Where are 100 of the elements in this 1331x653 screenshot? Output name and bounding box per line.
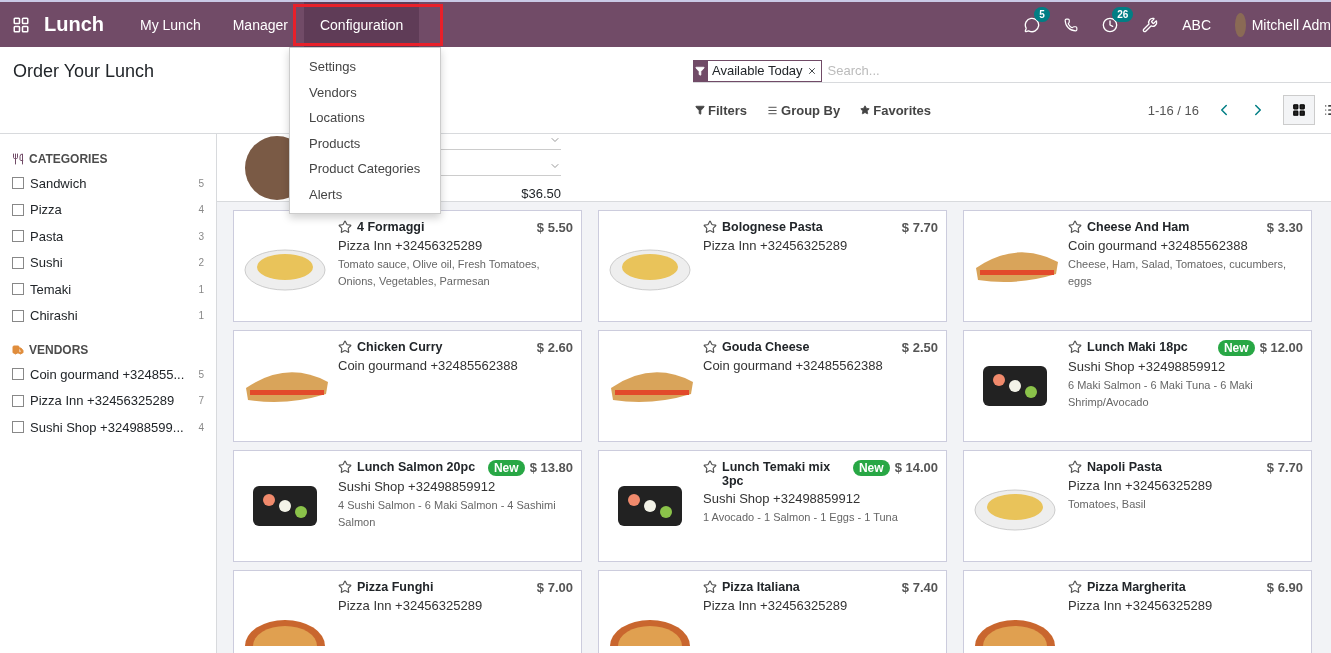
product-card[interactable]: Lunch Temaki mix 3pc New $ 14.00 Sushi Shop +32498859912 1 Avocado - 1 Salmon - 1 Eggs - 1 Tuna — [598, 450, 947, 562]
product-name: Chicken Curry — [357, 340, 444, 354]
favorite-star-icon[interactable] — [703, 580, 717, 594]
grid-icon — [1292, 103, 1306, 117]
nav-menu-item[interactable]: Manager — [216, 2, 304, 47]
message-count-badge: 5 — [1034, 6, 1050, 22]
product-price: $ 13.80 — [529, 460, 573, 475]
filter-label[interactable]: Coin gourmand +324855... — [30, 366, 185, 382]
checkbox[interactable] — [12, 177, 24, 190]
filter-label[interactable]: Temaki — [30, 281, 72, 297]
filter-icon — [695, 105, 705, 115]
product-price: $ 7.40 — [901, 580, 938, 595]
menu-item[interactable]: Alerts — [290, 181, 440, 207]
favorite-star-icon[interactable] — [338, 460, 352, 474]
vendor-name: Coin gourmand +32485562388 — [703, 358, 884, 373]
product-description: 1 Avocado - 1 Salmon - 1 Eggs - 1 Tuna — [703, 510, 899, 525]
checkbox[interactable] — [12, 256, 24, 269]
company-name[interactable]: ABC — [1182, 16, 1211, 33]
product-name: Pizza Funghi — [357, 580, 435, 594]
filters-button[interactable]: Filters — [693, 102, 749, 118]
item-count: 4 — [198, 421, 204, 433]
product-card[interactable]: Chicken Curry $ 2.60 Coin gourmand +32485562388 — [233, 330, 582, 442]
filter-label[interactable]: Sushi Shop +324988599... — [30, 419, 184, 435]
filter-label[interactable]: Pizza Inn +32456325289 — [30, 393, 175, 409]
product-card[interactable]: Pizza Italiana $ 7.40 Pizza Inn +32456325289 — [598, 570, 947, 653]
favorite-star-icon[interactable] — [1068, 460, 1082, 474]
vendor-name: Coin gourmand +32485562388 — [1068, 238, 1249, 253]
favorite-star-icon[interactable] — [703, 220, 717, 234]
item-count: 2 — [198, 257, 204, 269]
activity-count-badge: 26 — [1112, 6, 1134, 22]
filter-label[interactable]: Chirashi — [30, 308, 78, 324]
checkbox[interactable] — [12, 309, 24, 322]
product-description: 6 Maki Salmon - 6 Maki Tuna - 6 Maki Shrimp/Avocado — [1068, 378, 1254, 411]
checkbox[interactable] — [12, 230, 24, 243]
favorite-star-icon[interactable] — [338, 580, 352, 594]
checkbox[interactable] — [12, 394, 24, 407]
apps-menu-icon[interactable] — [12, 15, 30, 34]
product-price: $ 5.50 — [536, 220, 573, 235]
activity-icon[interactable] — [1102, 16, 1119, 33]
product-price: $ 14.00 — [894, 460, 938, 475]
item-count: 3 — [198, 230, 204, 242]
vendor-name: Pizza Inn +32456325289 — [703, 238, 849, 253]
product-card[interactable]: Pizza Funghi $ 7.00 Pizza Inn +32456325289 — [233, 570, 582, 653]
tools-icon[interactable] — [1142, 16, 1159, 33]
filter-label[interactable]: Pizza — [30, 202, 62, 218]
product-card[interactable]: Bolognese Pasta $ 7.70 Pizza Inn +32456325289 — [598, 210, 947, 322]
product-name: 4 Formaggi — [357, 220, 426, 234]
menu-item[interactable]: Product Categories — [290, 156, 440, 182]
product-price: $ 7.70 — [901, 220, 938, 235]
vendor-name: Sushi Shop +32498859912 — [703, 491, 862, 506]
page-title: Order Your Lunch — [13, 61, 155, 82]
product-name: Cheese And Ham — [1087, 220, 1191, 234]
section-title: CATEGORIES — [29, 152, 108, 166]
product-card[interactable]: Lunch Maki 18pc New $ 12.00 Sushi Shop +32498859912 6 Maki Salmon - 6 Maki Tuna - 6 Maki Shrimp/Avocado — [963, 330, 1312, 442]
truck-icon — [12, 344, 24, 356]
product-card[interactable]: Lunch Salmon 20pc New $ 13.80 Sushi Shop +32498859912 4 Sushi Salmon - 6 Maki Salmon - 4 Sashimi Salmon — [233, 450, 582, 562]
product-card[interactable]: Gouda Cheese $ 2.50 Coin gourmand +32485562388 — [598, 330, 947, 442]
filter-label[interactable]: Sushi — [30, 255, 63, 271]
favorite-star-icon[interactable] — [338, 220, 352, 234]
favorites-button[interactable]: Favorites — [858, 102, 934, 118]
user-name[interactable]: Mitchell Adm — [1251, 16, 1331, 33]
favorite-star-icon[interactable] — [1068, 220, 1082, 234]
product-description: Cheese, Ham, Salad, Tomatoes, cucumbers, eggs — [1068, 257, 1288, 290]
remove-icon[interactable] — [806, 65, 817, 76]
product-card[interactable]: Pizza Margherita $ 6.90 Pizza Inn +32456325289 — [963, 570, 1312, 653]
product-card[interactable]: Napoli Pasta $ 7.70 Pizza Inn +32456325289 Tomatoes, Basil — [963, 450, 1312, 562]
star-icon — [860, 105, 871, 115]
filter-label[interactable]: Sandwich — [30, 175, 87, 191]
product-card[interactable]: Cheese And Ham $ 3.30 Coin gourmand +32485562388 Cheese, Ham, Salad, Tomatoes, cucumbers, eggs — [963, 210, 1312, 322]
menu-item[interactable]: Products — [290, 130, 440, 156]
checkbox[interactable] — [12, 421, 24, 434]
product-name: Lunch Salmon 20pc — [357, 460, 477, 474]
menu-item[interactable]: Settings — [290, 54, 440, 80]
menu-item[interactable]: Locations — [290, 105, 440, 131]
filter-label[interactable]: Pasta — [30, 228, 64, 244]
menu-item[interactable]: Vendors — [290, 79, 440, 105]
favorite-star-icon[interactable] — [1068, 340, 1082, 354]
nav-menu-item[interactable]: My Lunch — [124, 2, 217, 47]
product-card[interactable]: 4 Formaggi $ 5.50 Pizza Inn +32456325289 Tomato sauce, Olive oil, Fresh Tomatoes, Onions, Vegetables, Parmesan — [233, 210, 582, 322]
checkbox[interactable] — [12, 203, 24, 216]
chat-icon[interactable] — [1024, 16, 1041, 33]
item-count: 1 — [198, 310, 204, 322]
vendor-name: Pizza Inn +32456325289 — [1068, 478, 1214, 493]
favorite-star-icon[interactable] — [703, 340, 717, 354]
product-description: 4 Sushi Salmon - 6 Maki Salmon - 4 Sashimi Salmon — [338, 498, 557, 531]
kanban-view-button[interactable] — [1283, 95, 1315, 125]
checkbox[interactable] — [12, 283, 24, 296]
product-description: Tomatoes, Basil — [1068, 497, 1147, 512]
vendor-name: Sushi Shop +32498859912 — [338, 479, 497, 494]
app-name: Lunch — [44, 13, 104, 36]
product-name: Pizza Italiana — [722, 580, 801, 594]
checkbox[interactable] — [12, 368, 24, 381]
favorite-star-icon[interactable] — [1068, 580, 1082, 594]
product-name: Lunch Temaki mix 3pc — [722, 460, 832, 488]
group-by-button[interactable]: Group By — [765, 102, 843, 118]
favorite-star-icon[interactable] — [703, 460, 717, 474]
favorite-star-icon[interactable] — [338, 340, 352, 354]
new-badge: New — [852, 460, 890, 476]
phone-icon[interactable] — [1064, 17, 1079, 32]
vendor-name: Coin gourmand +32485562388 — [338, 358, 519, 373]
